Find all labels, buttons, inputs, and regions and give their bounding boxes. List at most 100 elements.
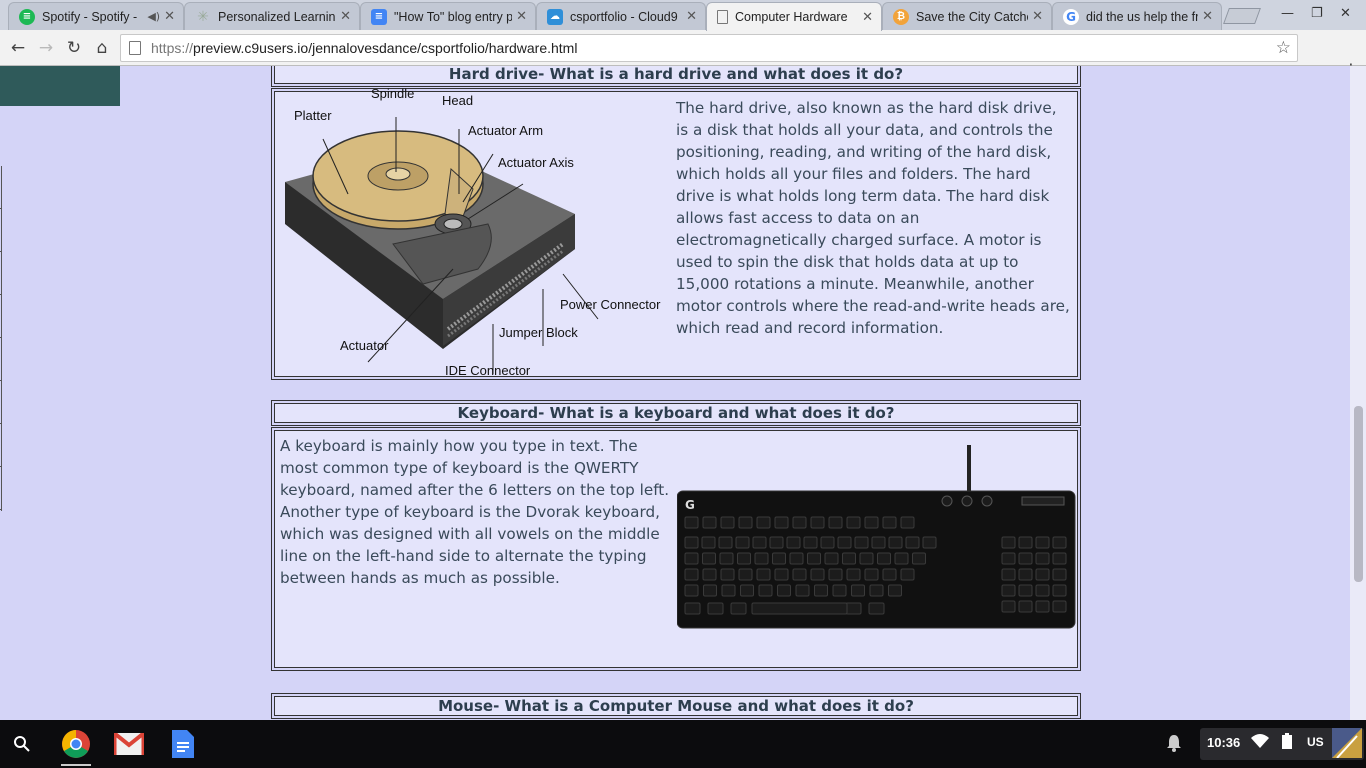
tab-save-the-city[interactable]: ₿ Save the City Catche ✕ (882, 2, 1052, 30)
docs-app[interactable] (166, 727, 200, 761)
notification-button[interactable] (1166, 734, 1182, 756)
volume-bar (1021, 496, 1065, 506)
keyboard-key (738, 568, 753, 581)
minimize-icon[interactable]: — (1281, 6, 1294, 21)
diagram-label-platter: Platter (294, 108, 332, 123)
tab-strip: ≡ Spotify - Spotify - ◀) ✕ ✳ Personalize… (0, 0, 1366, 31)
keyboard-key (792, 516, 807, 529)
keyboard-key (774, 516, 789, 529)
close-icon[interactable]: ✕ (862, 10, 873, 25)
back-button[interactable]: ← (6, 36, 30, 60)
docs-icon (172, 730, 194, 758)
close-icon[interactable]: ✕ (686, 9, 697, 24)
battery-icon (1282, 733, 1292, 749)
keyboard-key (854, 536, 869, 549)
keyboard-numpad-key (1018, 600, 1033, 613)
close-icon[interactable]: ✕ (516, 9, 527, 24)
gmail-app[interactable] (112, 727, 146, 761)
reload-button[interactable]: ↻ (62, 36, 86, 60)
actuator-axis-center (443, 218, 463, 230)
maximize-icon[interactable]: ❐ (1311, 6, 1323, 21)
media-key (941, 495, 953, 507)
keyboard-image: G (677, 445, 1076, 629)
tab-how-to-blog[interactable]: ≡ "How To" blog entry p ✕ (360, 2, 536, 30)
logitech-g-logo: G (685, 498, 695, 512)
close-icon[interactable]: ✕ (1202, 9, 1213, 24)
tab-personalized-learning[interactable]: ✳ Personalized Learnin ✕ (184, 2, 360, 30)
keyboard-numpad-key (1035, 536, 1050, 549)
loading-icon: ✳ (197, 8, 209, 25)
keyboard-key (837, 536, 852, 549)
home-button[interactable]: ⌂ (90, 36, 114, 60)
tab-label: "How To" blog entry p (394, 9, 513, 24)
close-icon[interactable]: ✕ (164, 9, 175, 24)
keyboard-key (701, 536, 716, 549)
tab-computer-hardware[interactable]: Computer Hardware ✕ (706, 2, 882, 31)
keyboard-numpad-key (1035, 600, 1050, 613)
page-content: Hard drive- What is a hard drive and wha… (0, 66, 1366, 720)
media-key (981, 495, 993, 507)
keyboard-key (720, 568, 735, 581)
keyboard-key (922, 536, 937, 549)
section-body: A keyboard is mainly how you type in tex… (271, 427, 1081, 671)
window-close-icon[interactable]: ✕ (1340, 6, 1351, 21)
keyboard-numpad-key (1052, 600, 1067, 613)
keyboard-key (795, 584, 810, 597)
keyboard-description: A keyboard is mainly how you type in tex… (280, 437, 670, 587)
keyboard-key (718, 536, 733, 549)
tab-cloud9[interactable]: ☁ csportfolio - Cloud9 ✕ (536, 2, 706, 30)
keyboard-key (754, 552, 769, 565)
url-text[interactable]: https://preview.c9users.io/jennalovesdan… (151, 40, 577, 56)
keyboard-key (684, 568, 699, 581)
keyboard-key (703, 584, 717, 597)
address-bar[interactable]: https://preview.c9users.io/jennalovesdan… (120, 34, 1298, 62)
forward-button[interactable]: → (34, 36, 58, 60)
keyboard-key (756, 568, 771, 581)
tab-label: Spotify - Spotify - (42, 9, 138, 24)
tab-spotify[interactable]: ≡ Spotify - Spotify - ◀) ✕ (8, 2, 184, 30)
keyboard-key (868, 602, 885, 615)
section-body: Spindle Head Platter Actuator Arm Actuat… (271, 86, 1081, 380)
browser-toolbar: ← → ↻ ⌂ https://preview.c9users.io/jenna… (0, 30, 1366, 85)
keyboard-key (845, 602, 862, 615)
tab-label: Personalized Learnin (218, 9, 336, 24)
keyboard-key (792, 568, 807, 581)
section-heading: Keyboard- What is a keyboard and what do… (271, 400, 1081, 426)
keyboard-numpad-key (1001, 552, 1016, 565)
gmail-icon (114, 733, 144, 755)
keyboard-key (810, 568, 825, 581)
sidebar-header-block (0, 66, 120, 106)
keyboard-numpad-key (1018, 536, 1033, 549)
speaker-icon[interactable]: ◀) (147, 10, 160, 23)
keyboard-key (871, 536, 886, 549)
arrow-right-icon: → (38, 38, 54, 58)
chrome-app[interactable] (59, 727, 93, 761)
launcher-button[interactable] (5, 727, 39, 761)
close-icon[interactable]: ✕ (1032, 9, 1043, 24)
clock[interactable]: 10:36 (1207, 735, 1240, 750)
keyboard-key (740, 584, 754, 597)
keyboard-key (820, 536, 835, 549)
scrollbar-thumb[interactable] (1354, 406, 1363, 582)
new-tab-button[interactable] (1223, 8, 1261, 24)
bookmark-star-icon[interactable]: ☆ (1276, 38, 1291, 58)
tab-google-search[interactable]: G did the us help the fr ✕ (1052, 2, 1222, 30)
user-avatar[interactable] (1332, 728, 1362, 758)
page-info-icon[interactable] (129, 41, 141, 55)
keyboard-key (894, 552, 909, 565)
keyboard-key (758, 584, 773, 597)
keyboard-spacebar (751, 602, 848, 615)
keyboard-key (888, 536, 903, 549)
input-method-indicator[interactable]: US (1307, 735, 1324, 749)
sidebar-nav-edge (0, 166, 2, 511)
keyboard-key (803, 536, 818, 549)
google-icon: G (1063, 8, 1079, 25)
page-scrollbar[interactable] (1350, 66, 1366, 720)
keyboard-numpad-key (1052, 584, 1067, 597)
keyboard-key (719, 552, 734, 565)
keyboard-key (730, 602, 747, 615)
keyboard-key (756, 516, 771, 529)
close-icon[interactable]: ✕ (340, 9, 351, 24)
keyboard-numpad-key (1052, 552, 1067, 565)
keyboard-key (684, 602, 701, 615)
